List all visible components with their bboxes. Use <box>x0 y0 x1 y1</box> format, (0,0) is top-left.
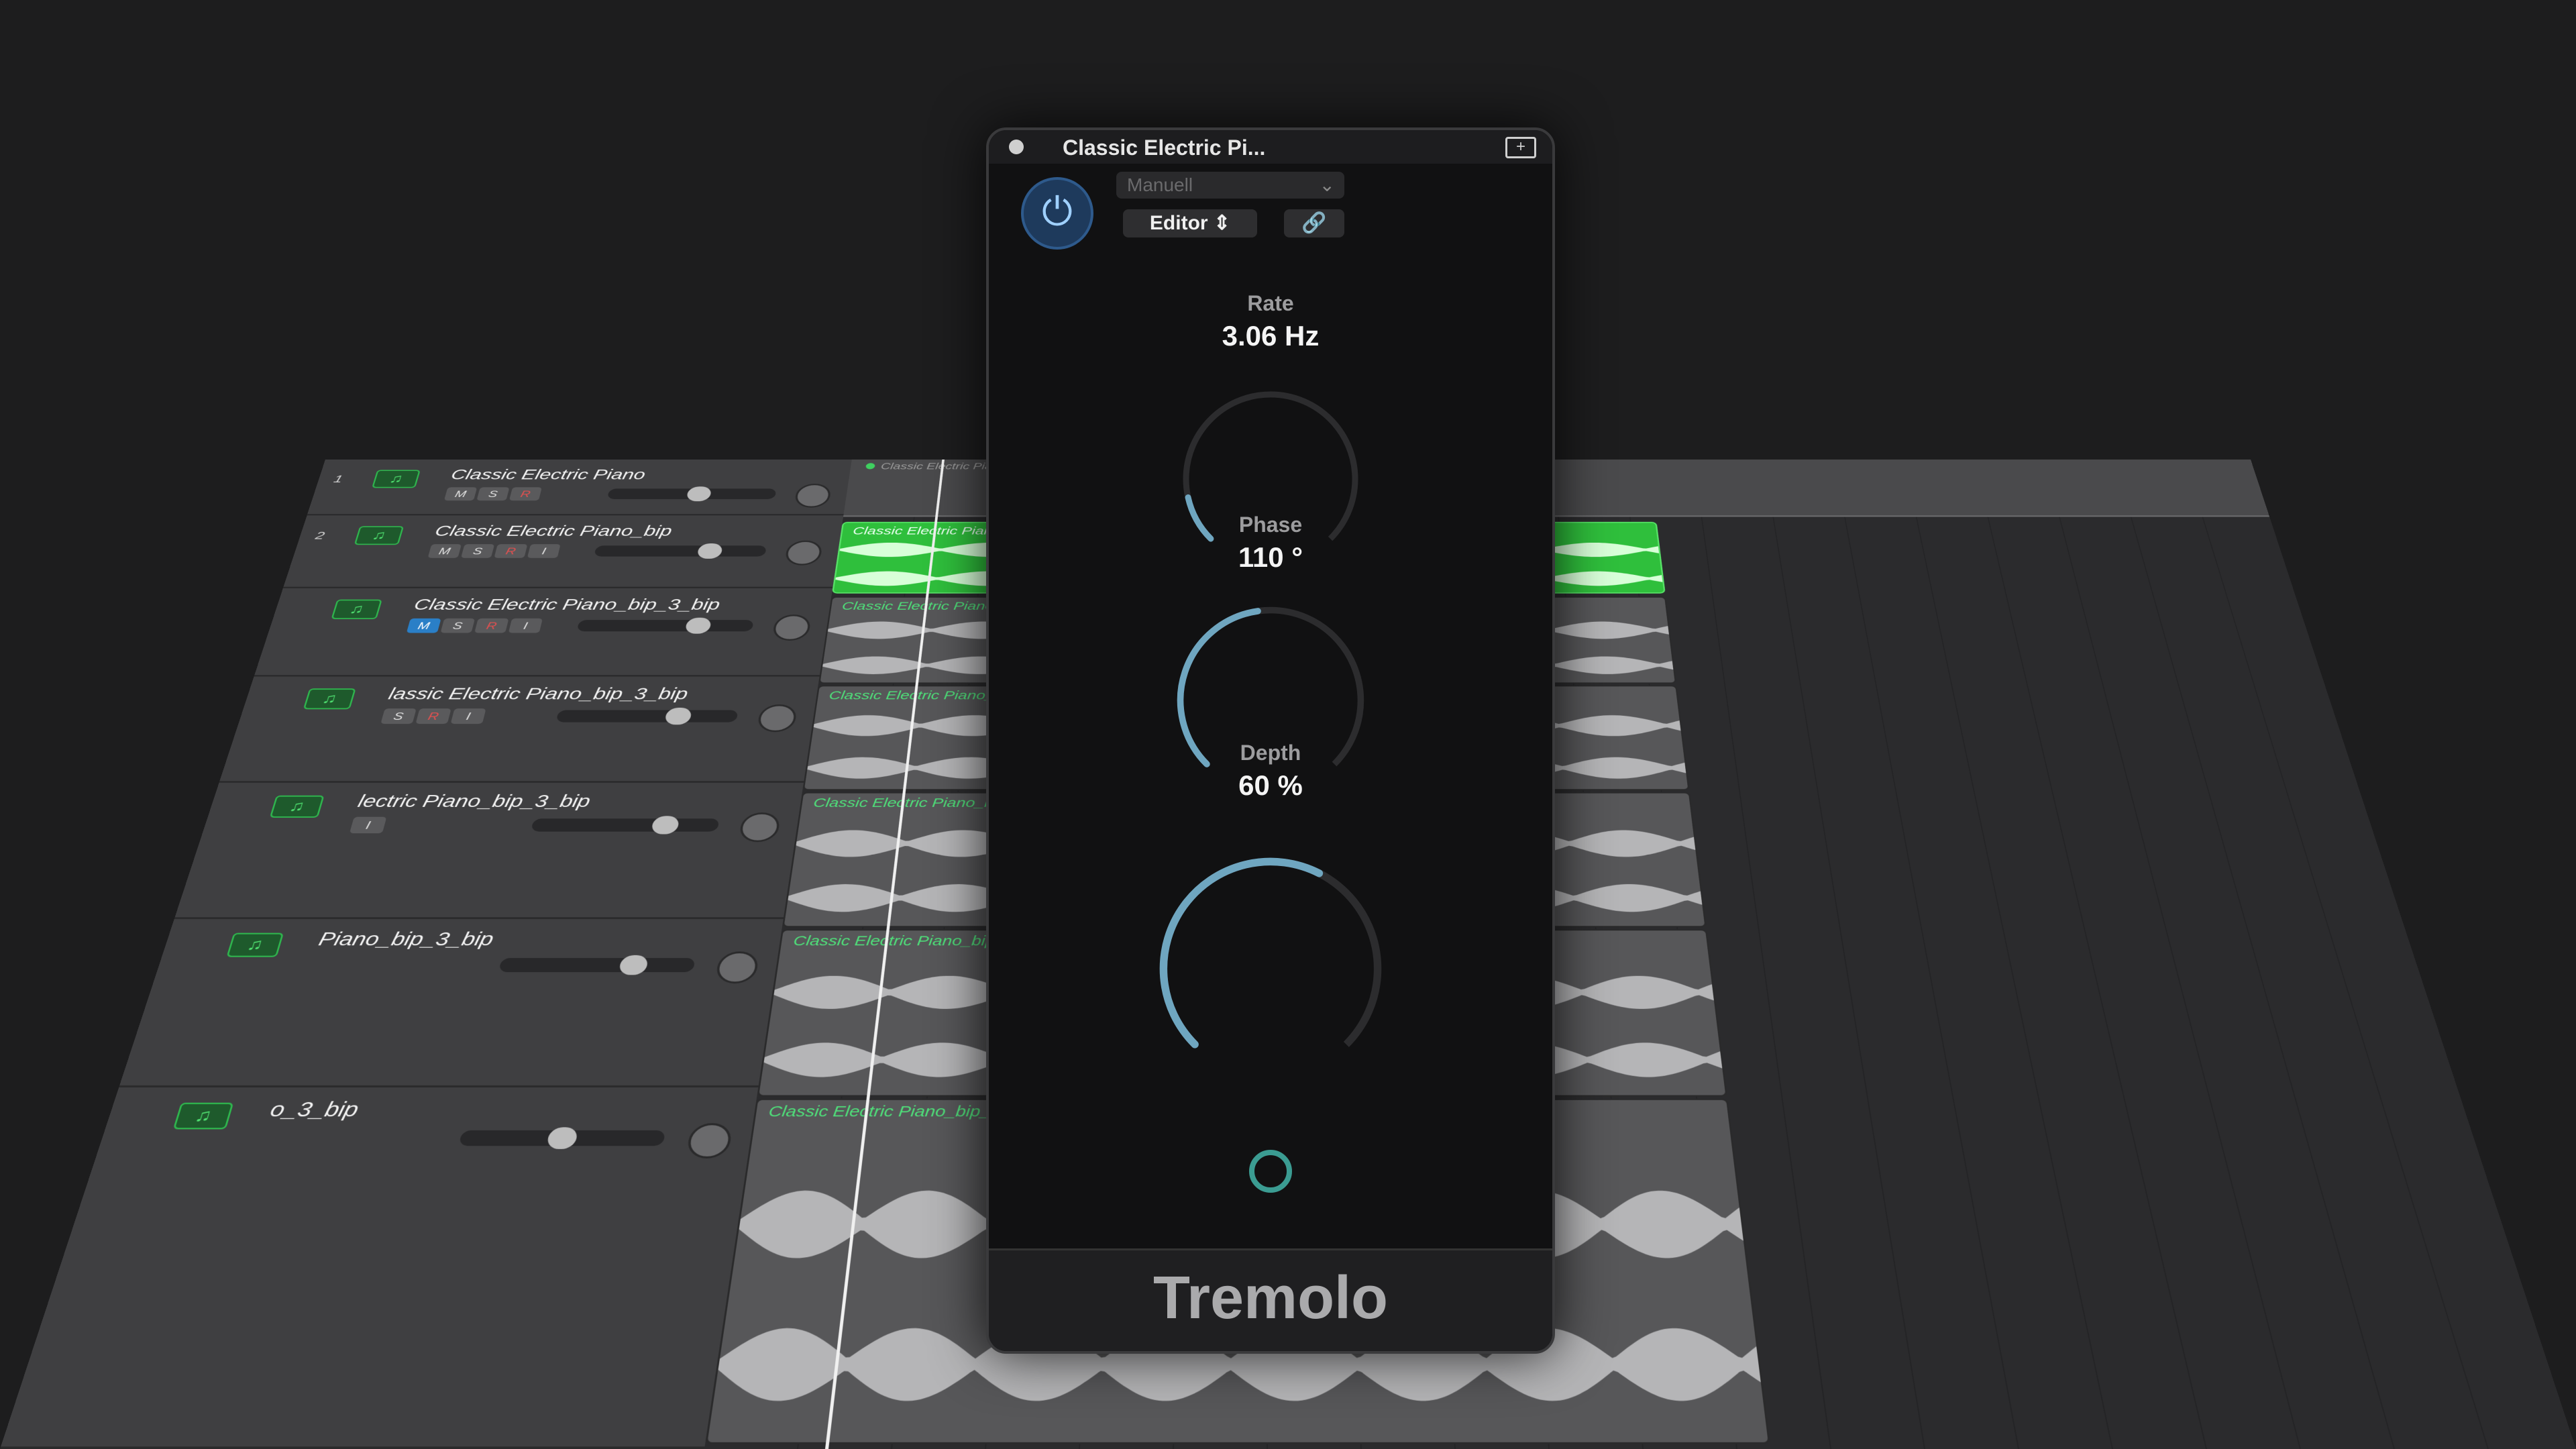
track-name[interactable]: Classic Electric Piano_bip_3_bip <box>412 596 721 613</box>
mute-button[interactable]: M <box>407 619 441 633</box>
plugin-titlebar[interactable]: Classic Electric Pi... + <box>989 130 1552 164</box>
track-buttons: MSR <box>444 487 542 500</box>
volume-fader[interactable] <box>577 620 754 631</box>
mute-button[interactable]: M <box>444 487 477 500</box>
track-number: 2 <box>314 530 327 542</box>
record-button[interactable]: R <box>474 619 508 633</box>
chevron-down-icon: ⌄ <box>1320 172 1335 199</box>
input-monitor-button[interactable]: I <box>527 544 561 558</box>
track-buttons: I <box>350 817 387 834</box>
depth-label: Depth <box>989 741 1552 765</box>
record-button[interactable]: R <box>415 708 451 724</box>
track-name[interactable]: o_3_bip <box>268 1099 361 1122</box>
rate-value: 3.06 Hz <box>989 320 1552 352</box>
volume-fader[interactable] <box>459 1130 665 1146</box>
track-name[interactable]: Piano_bip_3_bip <box>316 929 495 950</box>
input-monitor-button[interactable]: I <box>350 817 387 834</box>
fader-thumb[interactable] <box>651 816 680 834</box>
track-header[interactable]: ♫ lectric Piano_bip_3_bip I <box>174 783 804 919</box>
pan-knob[interactable] <box>714 951 759 983</box>
solo-button[interactable]: S <box>440 619 475 633</box>
phase-group: Phase 110 ° <box>989 513 1552 574</box>
track-buttons: MSRI <box>407 619 543 633</box>
volume-fader[interactable] <box>531 818 719 831</box>
instrument-track-icon[interactable]: ♫ <box>226 933 284 957</box>
fader-thumb[interactable] <box>619 955 649 975</box>
instrument-track-icon[interactable]: ♫ <box>173 1103 234 1130</box>
lfo-indicator <box>1249 1150 1292 1193</box>
plugin-footer: Tremolo <box>989 1248 1552 1351</box>
solo-button[interactable]: S <box>380 708 417 724</box>
record-button[interactable]: R <box>494 544 527 558</box>
input-monitor-button[interactable]: I <box>451 708 486 724</box>
track-header[interactable]: ♫ Piano_bip_3_bip <box>119 919 783 1087</box>
preset-value: Manuell <box>1127 174 1193 195</box>
pan-knob[interactable] <box>794 484 832 508</box>
instrument-track-icon[interactable]: ♫ <box>331 600 382 619</box>
pan-knob[interactable] <box>784 541 823 566</box>
solo-button[interactable]: S <box>476 487 509 500</box>
plugin-title: Classic Electric Pi... <box>1063 136 1265 160</box>
track-header[interactable]: ♫ lassic Electric Piano_bip_3_bip S R I <box>219 677 820 783</box>
link-button[interactable]: 🔗 <box>1284 209 1344 237</box>
depth-knob[interactable] <box>1143 841 1398 1096</box>
fader-thumb[interactable] <box>546 1127 579 1149</box>
track-header[interactable]: 2 ♫ Classic Electric Piano_bip M S R I <box>283 515 843 588</box>
instrument-track-icon[interactable]: ♫ <box>270 796 325 818</box>
mute-button[interactable]: M <box>428 544 462 558</box>
track-header[interactable]: ♫ Classic Electric Piano_bip_3_bip M S R I <box>254 588 833 677</box>
pan-knob[interactable] <box>771 614 812 641</box>
instrument-track-icon[interactable]: ♫ <box>372 470 421 488</box>
instrument-track-icon[interactable]: ♫ <box>303 688 356 709</box>
view-dropdown[interactable]: Editor ⇕ <box>1123 209 1257 237</box>
fader-thumb[interactable] <box>686 486 712 501</box>
view-label: Editor <box>1150 212 1208 234</box>
depth-value: 60 % <box>989 769 1552 802</box>
track-name[interactable]: lassic Electric Piano_bip_3_bip <box>386 686 690 704</box>
region-dot-icon <box>865 463 875 469</box>
phase-value: 110 ° <box>989 541 1552 574</box>
pan-knob[interactable] <box>757 704 798 732</box>
phase-label: Phase <box>989 513 1552 537</box>
expand-icon[interactable]: + <box>1505 137 1536 158</box>
volume-fader[interactable] <box>556 710 739 722</box>
fader-thumb[interactable] <box>696 543 723 559</box>
pan-knob[interactable] <box>686 1123 733 1159</box>
depth-group: Depth 60 % <box>989 741 1552 802</box>
rate-group: Rate 3.06 Hz <box>989 291 1552 352</box>
track-buttons: MSRI <box>428 544 561 558</box>
close-button[interactable] <box>1009 140 1024 154</box>
record-button[interactable]: R <box>509 487 542 500</box>
volume-fader[interactable] <box>607 488 777 499</box>
volume-fader[interactable] <box>594 545 767 556</box>
track-name[interactable]: Classic Electric Piano <box>449 467 647 482</box>
track-name[interactable]: Classic Electric Piano_bip <box>433 523 673 539</box>
track-header[interactable]: ♫ o_3_bip <box>0 1087 758 1449</box>
instrument-track-icon[interactable]: ♫ <box>354 526 404 545</box>
preset-dropdown[interactable]: Manuell ⌄ <box>1116 172 1344 199</box>
input-monitor-button[interactable]: I <box>508 619 543 633</box>
updown-chevron-icon: ⇕ <box>1214 212 1230 234</box>
knob-value-arc <box>1163 861 1319 1044</box>
link-icon: 🔗 <box>1301 212 1326 234</box>
track-list: 1 ♫ Classic Electric Piano M S R 2 ♫ Classic Ele… <box>0 460 852 1449</box>
solo-button[interactable]: S <box>461 544 494 558</box>
plugin-name: Tremolo <box>989 1264 1552 1333</box>
fader-thumb[interactable] <box>664 708 692 724</box>
pan-knob[interactable] <box>738 812 781 842</box>
power-button[interactable]: ⏻ <box>1021 177 1093 250</box>
track-header[interactable]: 1 ♫ Classic Electric Piano M S R <box>307 460 852 515</box>
track-name[interactable]: lectric Piano_bip_3_bip <box>356 792 592 812</box>
logic-arrange-window: Classic Electric Piano 1 ♫ Classic Electri… <box>0 0 2576 1449</box>
rate-label: Rate <box>989 291 1552 316</box>
fader-thumb[interactable] <box>685 618 712 634</box>
tremolo-plugin-window: Classic Electric Pi... + ⏻ Manuell ⌄ Edit… <box>986 127 1555 1354</box>
volume-fader[interactable] <box>498 958 695 972</box>
track-number: 1 <box>332 474 344 486</box>
track-buttons: SRI <box>380 708 486 724</box>
